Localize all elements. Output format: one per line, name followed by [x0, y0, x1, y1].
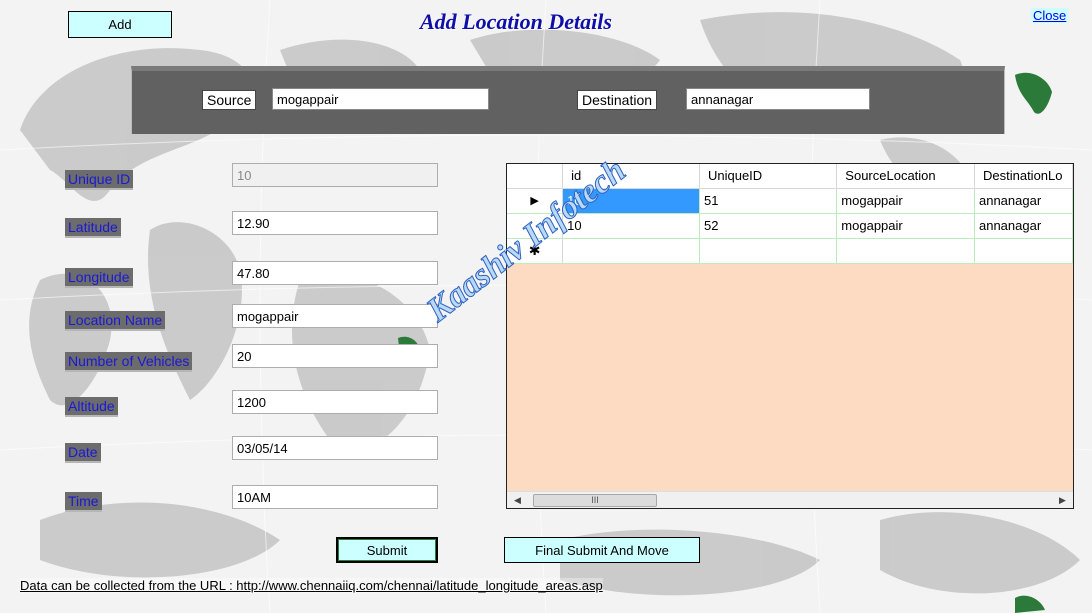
route-panel: Source Destination — [131, 66, 1005, 134]
grid-cell[interactable] — [699, 238, 838, 264]
unique-id-label: Unique ID — [65, 170, 134, 190]
close-link[interactable]: Close — [1031, 8, 1069, 23]
destination-label: Destination — [577, 90, 658, 110]
table-row[interactable]: 10 52 mogappair annanagar — [507, 213, 1073, 239]
time-label: Time — [65, 492, 102, 512]
grid-cell[interactable]: mogappair — [836, 213, 975, 239]
location-name-field[interactable] — [232, 304, 438, 328]
grid-cell[interactable]: annanagar — [974, 188, 1073, 214]
scroll-left-icon[interactable]: ◀ — [509, 492, 526, 508]
grid-cell[interactable]: mogappair — [836, 188, 975, 214]
latitude-label: Latitude — [65, 218, 121, 238]
horizontal-scrollbar[interactable]: ◀ III ▶ — [507, 491, 1073, 508]
submit-button[interactable]: Submit — [336, 537, 438, 563]
column-header-uniqueid[interactable]: UniqueID — [699, 164, 838, 189]
latitude-field[interactable] — [232, 211, 438, 235]
scroll-thumb[interactable]: III — [533, 494, 657, 507]
vehicles-label: Number of Vehicles — [65, 352, 193, 372]
grid-cell[interactable]: annanagar — [974, 213, 1073, 239]
grid-cell[interactable] — [836, 238, 975, 264]
locations-grid[interactable]: id UniqueID SourceLocation DestinationLo… — [506, 163, 1074, 509]
source-url-link[interactable]: Data can be collected from the URL : htt… — [20, 578, 603, 593]
final-submit-button[interactable]: Final Submit And Move — [504, 537, 700, 563]
vehicles-field[interactable] — [232, 344, 438, 368]
column-header-sourcelocation[interactable]: SourceLocation — [836, 164, 975, 189]
longitude-field[interactable] — [232, 261, 438, 285]
grid-cell[interactable]: 10 — [562, 213, 700, 239]
table-row[interactable]: ▶ 10 51 mogappair annanagar — [507, 188, 1073, 214]
time-field[interactable] — [232, 485, 438, 509]
scroll-right-icon[interactable]: ▶ — [1054, 492, 1071, 508]
grid-cell[interactable]: 52 — [699, 213, 838, 239]
grid-cell[interactable]: 10 — [562, 188, 700, 214]
source-input[interactable] — [272, 88, 489, 110]
altitude-field[interactable] — [232, 390, 438, 414]
grid-cell[interactable] — [562, 238, 700, 264]
add-button[interactable]: Add — [68, 11, 172, 38]
grid-corner-cell[interactable] — [507, 164, 564, 189]
page-title: Add Location Details — [420, 9, 612, 34]
grid-cell[interactable]: 51 — [699, 188, 838, 214]
source-label: Source — [202, 90, 257, 110]
column-header-destinationlocation[interactable]: DestinationLo — [974, 164, 1073, 189]
unique-id-field[interactable] — [232, 163, 438, 187]
destination-input[interactable] — [686, 88, 870, 110]
new-row-icon[interactable]: ✱ — [507, 238, 564, 264]
new-row[interactable]: ✱ — [507, 238, 1073, 264]
grid-header-row: id UniqueID SourceLocation DestinationLo — [507, 164, 1073, 189]
location-name-label: Location Name — [65, 311, 166, 331]
current-row-icon[interactable]: ▶ — [507, 188, 564, 214]
longitude-label: Longitude — [65, 268, 133, 288]
date-label: Date — [65, 443, 101, 463]
column-header-id[interactable]: id — [562, 164, 700, 189]
altitude-label: Altitude — [65, 397, 118, 417]
grid-cell[interactable] — [974, 238, 1073, 264]
date-field[interactable] — [232, 436, 438, 460]
row-header[interactable] — [507, 213, 564, 239]
